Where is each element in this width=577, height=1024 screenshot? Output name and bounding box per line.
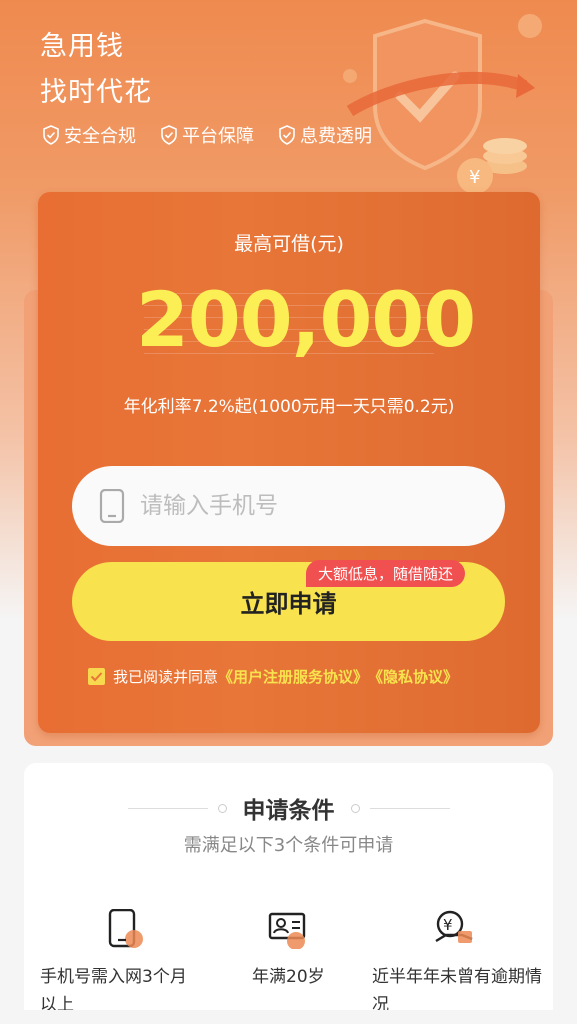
- phone-icon: [108, 909, 143, 948]
- tag-safe: 安全合规: [42, 122, 136, 148]
- check-icon: [90, 672, 103, 682]
- divider-dot: [217, 803, 227, 813]
- conditions-header: 申请条件: [24, 791, 553, 825]
- agree-text: 我已阅读并同意: [113, 668, 219, 686]
- terms-link[interactable]: 《用户注册服务协议》: [218, 666, 368, 687]
- mobile-phone-icon: [99, 489, 125, 523]
- feature-tags: 安全合规 平台保障 息费透明: [42, 122, 372, 148]
- shield-check-icon: [43, 125, 59, 145]
- tag-label: 平台保障: [182, 126, 254, 147]
- credit-icon: ¥: [435, 910, 473, 943]
- shield-check-icon: [279, 125, 295, 145]
- svg-text:¥: ¥: [443, 916, 453, 934]
- condition-text: 年满20岁: [252, 967, 325, 987]
- svg-text:¥: ¥: [469, 167, 480, 188]
- hero-title-line2: 找时代花: [40, 77, 152, 108]
- rate-text: 年化利率7.2%起(1000元用一天只需0.2元): [123, 397, 455, 417]
- privacy-link[interactable]: 《隐私协议》: [368, 666, 458, 687]
- conditions-panel: 申请条件 需满足以下3个条件可申请 ¥ 手机号需入网3个月以上 年满20岁 近半…: [24, 763, 553, 1024]
- tag-label: 安全合规: [64, 126, 136, 147]
- phone-field[interactable]: [72, 466, 505, 546]
- shield-coins-illustration: ¥: [343, 14, 542, 194]
- promo-badge: 大额低息，随借随还: [306, 560, 466, 587]
- max-loan-label: 最高可借(元): [234, 233, 344, 255]
- max-amount: 200,000: [136, 275, 476, 364]
- agree-checkbox[interactable]: [88, 668, 105, 685]
- loan-card: 最高可借(元) 200,000 年化利率7.2%起(1000元用一天只需0.2元…: [38, 192, 540, 733]
- id-card-icon: [268, 912, 306, 949]
- divider-dot: [350, 803, 360, 813]
- divider: [369, 807, 450, 809]
- conditions-subtitle: 需满足以下3个条件可申请: [183, 835, 394, 856]
- bottom-strip: [0, 1010, 577, 1024]
- hero-title-line1: 急用钱: [40, 31, 124, 62]
- agreement-row: 我已阅读并同意 《用户注册服务协议》 《隐私协议》: [88, 666, 458, 687]
- amount-display: 200,000: [136, 274, 476, 366]
- phone-input[interactable]: [140, 493, 440, 519]
- conditions-title: 申请条件: [242, 798, 335, 824]
- divider: [127, 807, 208, 809]
- tag-guarantee: 平台保障: [160, 122, 254, 148]
- shield-check-icon: [161, 125, 177, 145]
